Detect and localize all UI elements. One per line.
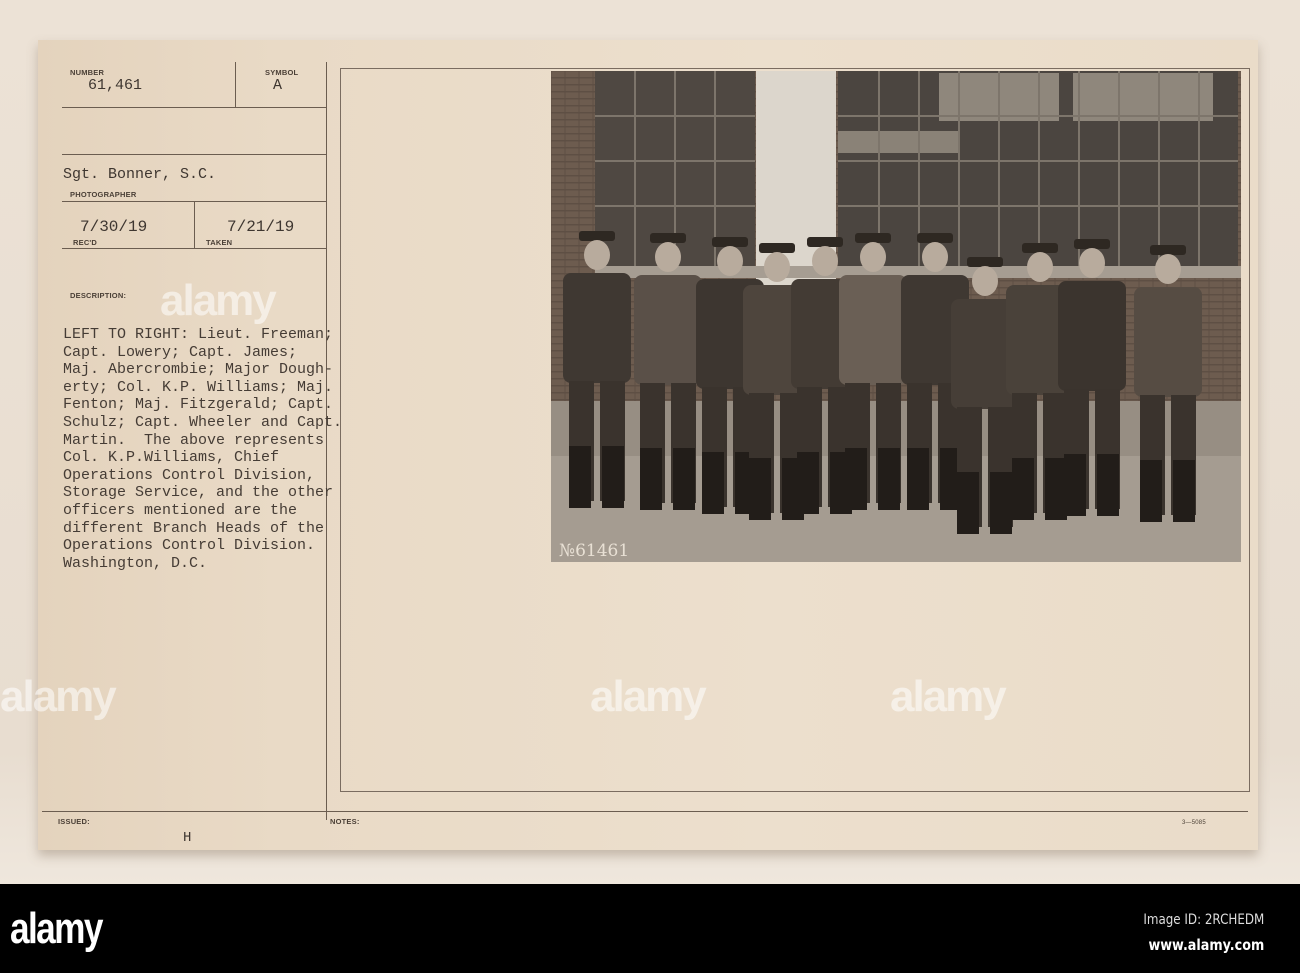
divider (62, 107, 326, 108)
boot (878, 448, 900, 510)
description-line: Washington, D.C. (63, 554, 208, 572)
boot (1012, 458, 1034, 520)
photographer-label: PHOTOGRAPHER (70, 190, 137, 199)
tunic (839, 275, 907, 385)
awning (1073, 73, 1213, 121)
footer-bar (0, 884, 1300, 973)
description-line: Storage Service, and the other (63, 484, 334, 502)
description-line: Col. K.P.Williams, Chief (63, 449, 280, 467)
cap (807, 237, 843, 247)
face (860, 242, 886, 272)
form-number: 3—5085 (1182, 820, 1206, 826)
face (972, 266, 998, 296)
watermark: alamy (590, 672, 707, 721)
description-line: LEFT TO RIGHT: Lieut. Freeman; (63, 326, 334, 343)
tunic (634, 275, 702, 385)
photographer-value: Sgt. Bonner, S.C. (63, 166, 217, 183)
number-label: NUMBER (70, 68, 105, 77)
taken-date: 7/21/19 (227, 218, 295, 236)
description-text: LEFT TO RIGHT: Lieut. Freeman; Capt. Low… (63, 326, 342, 572)
cap (650, 233, 686, 243)
received-label: REC'D (73, 238, 98, 247)
divider (235, 62, 236, 107)
face (1155, 254, 1181, 284)
cap (1150, 245, 1186, 255)
face (1079, 248, 1105, 278)
cap (759, 243, 795, 253)
description-line: erty; Col. K.P. Williams; Maj. (63, 378, 334, 396)
alamy-logo[interactable]: alamy (10, 904, 103, 954)
boot (907, 448, 929, 510)
boot (1097, 454, 1119, 516)
cap (917, 233, 953, 243)
watermark: alamy (0, 672, 117, 721)
divider (62, 248, 326, 249)
face (922, 242, 948, 272)
boot (569, 446, 591, 508)
description-line: Fenton; Maj. Fitzgerald; Capt. (63, 396, 334, 414)
description-line: different Branch Heads of the (63, 519, 325, 537)
boot (797, 452, 819, 514)
issued-label: ISSUED: (58, 817, 90, 826)
face (1027, 252, 1053, 282)
taken-label: TAKEN (206, 238, 233, 247)
cap (1022, 243, 1058, 253)
group-photograph: №61461 (551, 71, 1241, 562)
description-line: Capt. Lowery; Capt. James; (63, 343, 298, 361)
boot (1064, 454, 1086, 516)
description-line: Maj. Abercrombie; Major Dough- (63, 361, 334, 379)
awning (838, 131, 958, 153)
boot (749, 458, 771, 520)
number-value: 61,461 (88, 77, 143, 94)
photo-scene: №61461 (551, 71, 1241, 562)
boot (1173, 460, 1195, 522)
tunic (1134, 287, 1202, 397)
watermark: alamy (160, 276, 277, 325)
description-line: officers mentioned are the (63, 501, 298, 519)
face (584, 240, 610, 270)
tunic (1058, 281, 1126, 391)
image-id: Image ID: 2RCHEDM (1143, 912, 1264, 928)
received-date: 7/30/19 (80, 218, 148, 236)
cap (1074, 239, 1110, 249)
boot (602, 446, 624, 508)
boot (957, 472, 979, 534)
face (717, 246, 743, 276)
symbol-label: SYMBOL (265, 68, 299, 77)
notes-label: NOTES: (330, 817, 360, 826)
watermark: alamy (890, 672, 1007, 721)
symbol-value: A (273, 77, 283, 94)
issued-value: H (183, 830, 192, 846)
cap (967, 257, 1003, 267)
face (655, 242, 681, 272)
photo-inscription: №61461 (559, 541, 629, 561)
description-line: Schulz; Capt. Wheeler and Capt. (63, 413, 343, 431)
boot (845, 448, 867, 510)
boot (1140, 460, 1162, 522)
boot (1045, 458, 1067, 520)
description-line: Operations Control Division. (63, 537, 316, 555)
cap (712, 237, 748, 247)
cap (579, 231, 615, 241)
boot (640, 448, 662, 510)
tunic (563, 273, 631, 383)
footer-divider (42, 811, 1248, 812)
boot (702, 452, 724, 514)
description-line: Operations Control Division, (63, 466, 316, 484)
divider (62, 154, 326, 155)
cap (855, 233, 891, 243)
description-line: Martin. The above represents (63, 431, 325, 449)
website-link[interactable]: www.alamy.com (1148, 936, 1264, 954)
divider (194, 202, 195, 248)
face (764, 252, 790, 282)
boot (673, 448, 695, 510)
boot (990, 472, 1012, 534)
face (812, 246, 838, 276)
description-label: DESCRIPTION: (70, 291, 127, 300)
